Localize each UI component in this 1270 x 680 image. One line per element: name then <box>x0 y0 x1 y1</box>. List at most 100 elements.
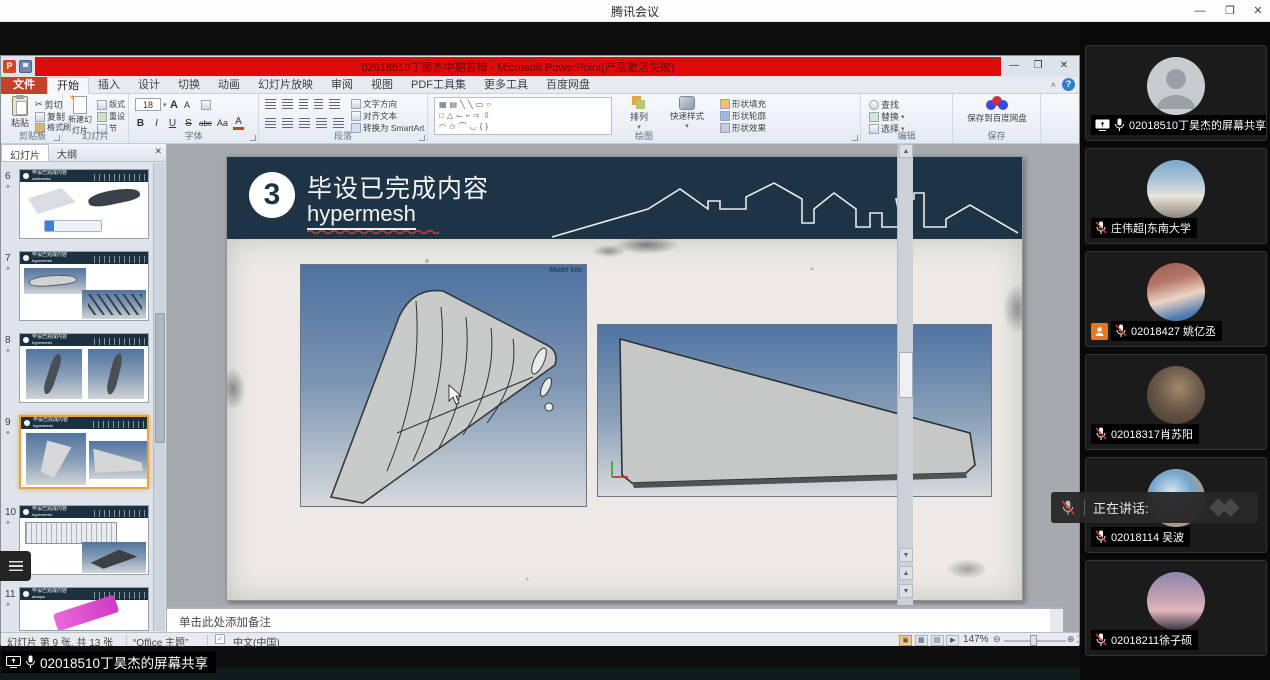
decrease-indent-icon[interactable] <box>299 99 308 109</box>
align-left-icon[interactable] <box>265 118 276 128</box>
align-text-button[interactable]: 对齐文本 <box>351 110 397 122</box>
tab-review[interactable]: 审阅 <box>322 77 362 94</box>
arrange-button[interactable]: 排列 ▾ <box>620 96 658 131</box>
bold-button[interactable]: B <box>135 118 146 129</box>
shape-fill-button[interactable]: 形状填充 <box>720 98 766 110</box>
font-dialog-launcher[interactable] <box>250 135 256 141</box>
zoom-in-icon[interactable]: ⊕ <box>1067 634 1075 645</box>
tab-baidu-netdisk[interactable]: 百度网盘 <box>537 77 599 94</box>
tab-animations[interactable]: 动画 <box>209 77 249 94</box>
tab-transitions[interactable]: 切换 <box>169 77 209 94</box>
clipboard-dialog-launcher[interactable] <box>54 135 60 141</box>
align-right-icon[interactable] <box>299 118 310 128</box>
vertical-scrollbar[interactable]: ▲ ▼ ▲ ▼ <box>897 144 913 605</box>
slide-thumbnail-10[interactable]: 毕设已完成内容 hypermesh <box>19 505 149 575</box>
line-spacing-icon[interactable] <box>329 99 340 109</box>
bullets-icon[interactable] <box>265 99 276 109</box>
justify-icon[interactable] <box>316 118 327 128</box>
tab-design[interactable]: 设计 <box>129 77 169 94</box>
increase-indent-icon[interactable] <box>314 99 323 109</box>
zoom-level[interactable]: 147% <box>963 634 989 645</box>
zoom-out-icon[interactable]: ⊖ <box>993 634 1001 645</box>
next-slide-icon[interactable]: ▼ <box>899 584 913 598</box>
tab-file[interactable]: 文件 <box>1 77 47 94</box>
minimize-button[interactable]: — <box>1186 0 1214 22</box>
strikethrough-button[interactable]: S <box>183 118 194 129</box>
ppt-restore-button[interactable]: ❐ <box>1027 58 1049 74</box>
zoom-slider[interactable] <box>1004 634 1066 647</box>
text-direction-button[interactable]: 文字方向 <box>351 98 397 110</box>
scrollbar-thumb[interactable] <box>899 352 913 398</box>
tab-view[interactable]: 视图 <box>362 77 402 94</box>
slide-thumbnail-11[interactable]: 毕设已完成内容 abaqus <box>19 587 149 631</box>
zoom-slider-thumb[interactable] <box>1030 635 1037 646</box>
font-color-button[interactable]: A <box>233 116 244 130</box>
ppt-minimize-button[interactable]: — <box>1003 58 1025 74</box>
participant-tile[interactable]: 02018427 姚亿丞 <box>1085 251 1267 347</box>
change-case-button[interactable]: Aa <box>217 118 228 128</box>
save-icon[interactable] <box>19 60 32 73</box>
copy-icon <box>35 112 45 122</box>
language-indicator[interactable]: 中文(中国) <box>233 634 280 649</box>
slide-thumbnail-6[interactable]: 毕设已完成内容 solidworks <box>19 169 149 239</box>
collapse-ribbon-icon[interactable]: ˄ <box>1051 80 1056 90</box>
layout-button[interactable]: 版式 <box>97 99 125 110</box>
participant-tile[interactable]: 庄伟超|东南大学 <box>1085 148 1267 244</box>
notes-pane[interactable]: 单击此处添加备注 <box>167 607 1063 632</box>
tab-insert[interactable]: 插入 <box>89 77 129 94</box>
italic-button[interactable]: I <box>151 118 162 129</box>
powerpoint-logo-icon[interactable]: P <box>3 60 16 73</box>
animation-star-icon: ✦ <box>5 519 11 527</box>
paste-button[interactable]: 粘贴 <box>7 96 33 129</box>
slide-thumbnail-8[interactable]: 毕设已完成内容 hypermesh <box>19 333 149 403</box>
save-to-baidu-button[interactable]: 保存到百度网盘 <box>963 96 1031 124</box>
panel-tab-outline[interactable]: 大纲 <box>49 144 85 161</box>
meeting-sidebar-toggle[interactable] <box>0 551 31 581</box>
theme-name[interactable]: “Office 主题” <box>133 634 188 649</box>
slide-thumbnail-9-selected[interactable]: 毕设已完成内容 hypermesh <box>19 415 149 489</box>
clear-formatting-icon[interactable] <box>201 100 211 110</box>
shrink-font-button[interactable]: A <box>182 100 193 110</box>
participant-tile[interactable]: 02018317肖苏阳 <box>1085 354 1267 450</box>
columns-icon[interactable] <box>333 118 344 128</box>
normal-view-button[interactable]: ▣ <box>899 635 912 646</box>
slide-number: 9 <box>5 417 11 428</box>
drawing-dialog-launcher[interactable] <box>852 135 858 141</box>
panel-scrollbar-thumb[interactable] <box>155 313 165 443</box>
reading-view-button[interactable]: ▤ <box>931 635 944 646</box>
grow-font-button[interactable]: A <box>169 99 180 111</box>
participant-tile-sharer[interactable]: 02018510丁昊杰的屏幕共享 <box>1085 45 1267 141</box>
notes-scrollbar[interactable] <box>1050 609 1063 632</box>
scroll-down-icon[interactable]: ▼ <box>899 548 913 562</box>
tab-slideshow[interactable]: 幻灯片放映 <box>249 77 322 94</box>
reset-button[interactable]: 重设 <box>97 111 125 122</box>
paragraph-dialog-launcher[interactable] <box>419 135 425 141</box>
previous-slide-icon[interactable]: ▲ <box>899 566 913 580</box>
slide-thumbnail-7[interactable]: 毕设已完成内容 hypermesh <box>19 251 149 321</box>
participant-name: 02018317肖苏阳 <box>1111 426 1193 442</box>
shape-outline-button[interactable]: 形状轮廓 <box>720 110 766 122</box>
align-center-icon[interactable] <box>282 118 293 128</box>
spellcheck-icon[interactable]: ✓ <box>215 634 225 644</box>
font-size-dropdown-icon[interactable]: ▾ <box>163 101 167 109</box>
underline-button[interactable]: U <box>167 118 178 129</box>
slideshow-button[interactable]: ▶ <box>946 635 959 646</box>
quick-styles-button[interactable]: 快速样式 ▾ <box>664 96 710 130</box>
participant-tile[interactable]: 02018211徐子硕 <box>1085 560 1267 656</box>
numbering-icon[interactable] <box>282 99 293 109</box>
scroll-up-icon[interactable]: ▲ <box>899 144 913 158</box>
close-button[interactable]: ✕ <box>1244 0 1270 22</box>
clear-format-button[interactable]: abc <box>199 119 212 128</box>
restore-button[interactable]: ❐ <box>1216 0 1244 22</box>
ppt-close-button[interactable]: ✕ <box>1053 58 1075 74</box>
slide-sorter-button[interactable]: ▦ <box>915 635 928 646</box>
font-size-combo[interactable]: 18 <box>135 98 161 111</box>
tab-more-tools[interactable]: 更多工具 <box>475 77 537 94</box>
tab-home[interactable]: 开始 <box>47 77 89 94</box>
panel-scrollbar[interactable] <box>153 163 165 631</box>
help-icon[interactable]: ? <box>1062 78 1075 91</box>
notes-placeholder[interactable]: 单击此处添加备注 <box>179 614 271 630</box>
panel-tab-slides[interactable]: 幻灯片 <box>1 144 49 161</box>
tab-pdf-tools[interactable]: PDF工具集 <box>402 77 475 94</box>
panel-close-icon[interactable]: ✕ <box>154 146 162 157</box>
